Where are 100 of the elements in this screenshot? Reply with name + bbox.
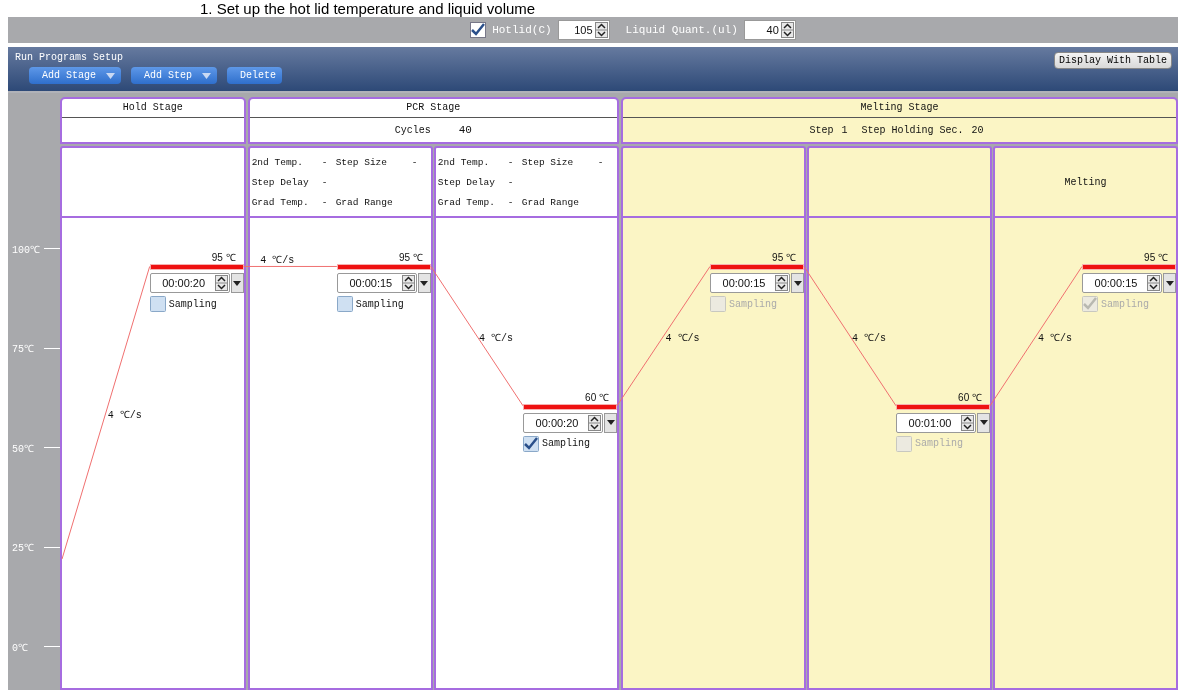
sampling-label: Sampling [729,298,777,310]
ramp-rate-label: 4 ℃/s [665,332,700,345]
time-field[interactable]: 00:00:15 [710,273,790,294]
step-label: Step [809,124,834,136]
hotlid-spinbox[interactable]: 105 [557,20,610,40]
temperature-bar[interactable] [1082,264,1176,271]
second-temp-value: - [321,156,329,168]
temperature-bar[interactable] [896,403,990,410]
step-delay-label: Step Delay [437,176,496,188]
sampling-checkbox[interactable] [523,435,539,452]
spin-arrows-icon [588,414,601,431]
time-field[interactable]: 00:00:20 [149,273,230,294]
time-field[interactable]: 00:01:00 [896,412,976,433]
toolbar-button[interactable]: Add Stage [29,67,121,84]
step-number: 1 [841,124,848,136]
caret-icon [420,280,429,286]
grad-temp-label: Grad Temp. [251,196,310,208]
dropdown-button[interactable] [230,273,244,294]
time-field[interactable]: 00:00:15 [1082,273,1162,294]
step-size-label: Step Size [521,156,575,168]
tick-mark [44,248,60,250]
stage-header[interactable]: Melting Stage Step 1 Step Holding Sec. 20 [621,97,1178,144]
axis-tick-label: 100℃ [12,243,38,256]
axis-tick-label: 50℃ [12,442,35,455]
grad-temp-value: - [321,196,329,208]
step-size-value: - [411,156,419,168]
time-field[interactable]: 00:00:20 [523,412,603,433]
temperature-label: 60 ℃ [584,390,610,404]
temperature-bar[interactable] [336,264,431,271]
step-name: Melting [1064,176,1107,188]
caret-icon [233,280,242,286]
liquid-quantity-label: Liquid Quant.(ul) [625,24,738,36]
stage-title: PCR Stage [249,99,617,118]
grad-range-label: Grad Range [335,196,394,208]
caret-icon [793,280,802,286]
spin-arrows-icon [401,275,415,292]
caret-icon [1165,280,1174,286]
stage-header[interactable]: Hold Stage [60,97,246,144]
axis-tick-label: 25℃ [12,542,35,555]
sampling-label: Sampling [168,298,217,310]
second-temp-label: 2nd Temp. [251,156,304,168]
stage-title: Hold Stage [62,99,244,118]
spin-arrows-icon [961,414,974,431]
dropdown-button[interactable] [977,412,990,433]
step-size-label: Step Size [335,156,388,168]
ramp-rate-label: 4 ℃/s [107,408,142,421]
spin-arrows-icon [780,22,794,38]
toolbar-button[interactable]: Delete [227,67,283,84]
sampling-label: Sampling [355,298,404,310]
temperature-bar[interactable] [710,264,804,271]
stage-title: Melting Stage [623,99,1176,118]
caret-icon [106,72,115,79]
sampling-label: Sampling [915,438,963,450]
step-delay-label: Step Delay [251,176,310,188]
display-with-table-button[interactable]: Display With Table [1053,52,1172,69]
caret-icon [606,420,615,426]
temperature-label: 60 ℃ [957,390,983,404]
temperature-label: 95 ℃ [210,251,237,265]
step-holding-label: Step Holding Sec. [861,124,964,136]
stage-header[interactable]: PCR Stage Cycles 40 [247,97,619,144]
spin-arrows-icon [214,275,228,292]
axis-tick-label: 0℃ [12,641,29,654]
sampling-checkbox[interactable] [149,296,166,313]
caret-icon [979,420,988,426]
spin-arrows-icon [775,275,788,292]
dropdown-button[interactable] [604,412,617,433]
dropdown-button[interactable] [1163,273,1176,294]
tick-mark [44,546,60,548]
temperature-label: 95 ℃ [771,251,797,265]
sampling-label: Sampling [542,438,591,450]
temperature-label: 95 ℃ [1143,251,1169,265]
grad-temp-label: Grad Temp. [437,196,496,208]
sampling-checkbox[interactable] [336,296,353,313]
ramp-rate-label: 4 ℃/s [852,332,886,345]
grad-range-label: Grad Range [521,196,580,208]
time-field[interactable]: 00:00:15 [336,273,417,294]
step-delay-value: - [507,176,515,188]
tick-mark [44,646,60,648]
caption-text: 1. Set up the hot lid temperature and liquid volume [199,0,537,17]
cycles-value: 40 [458,124,472,136]
temperature-bar[interactable] [149,264,244,271]
ramp-rate-label: 4 ℃/s [478,332,513,345]
panel-title: Run Programs Setup [15,52,125,63]
tick-mark [44,347,60,349]
step-delay-value: - [321,176,329,188]
dropdown-button[interactable] [791,273,804,294]
temperature-bar[interactable] [523,403,617,410]
dropdown-button[interactable] [417,273,431,294]
sampling-label: Sampling [1101,298,1149,310]
ramp-rate-label: 4 ℃/s [1038,332,1072,345]
toolbar-button[interactable]: Add Step [131,67,218,84]
second-temp-label: 2nd Temp. [437,156,491,168]
hotlid-checkbox[interactable] [470,22,487,38]
hotlid-label: Hotlid(C) [492,24,552,36]
second-temp-value: - [507,156,515,168]
tick-mark [44,447,60,449]
grad-temp-value: - [507,196,515,208]
spin-arrows-icon [594,22,608,38]
temperature-label: 95 ℃ [397,251,424,265]
liquid-quantity-spinbox[interactable]: 40 [743,20,796,40]
